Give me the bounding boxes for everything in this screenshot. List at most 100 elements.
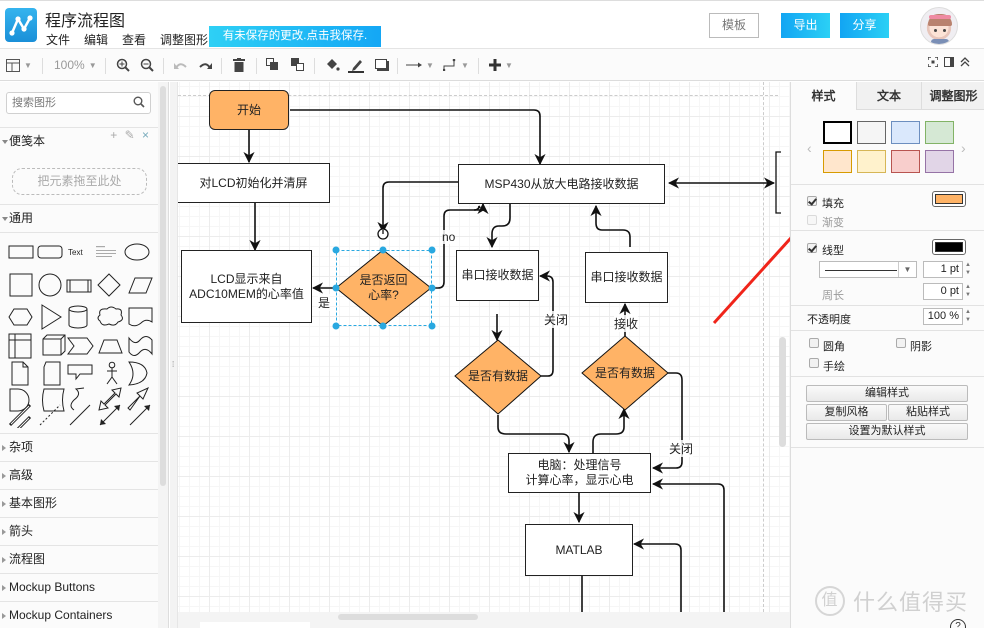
node-pc-process[interactable]: 电脑：处理信号 计算心率，显示心电 — [508, 453, 651, 493]
shape-actor[interactable] — [106, 361, 118, 385]
waypoint-style-button[interactable]: ▼ — [443, 56, 469, 74]
decision-return-heart-rate[interactable] — [335, 249, 432, 327]
opacity-input[interactable]: 100 % — [923, 308, 963, 325]
export-button[interactable]: 导出 — [781, 13, 830, 38]
edge-msp430-to-serial-left[interactable] — [486, 204, 511, 249]
opacity-stepper[interactable]: ▲ ▼ — [964, 308, 972, 325]
template-button[interactable]: 模板 — [709, 13, 759, 38]
node-msp430[interactable]: MSP430从放大电路接收数据 — [458, 164, 665, 204]
shape-ellipse[interactable] — [124, 243, 150, 261]
shape-triangle[interactable] — [41, 304, 62, 330]
add-icon[interactable]: + — [110, 128, 117, 142]
menu-view[interactable]: 查看 — [122, 31, 146, 48]
menu-edit[interactable]: 编辑 — [84, 31, 108, 48]
edge-start-to-msp430[interactable] — [290, 109, 546, 166]
fill-color-picker[interactable] — [932, 191, 966, 207]
scratchpad-dropzone[interactable]: 把元素拖至此处 — [12, 168, 147, 195]
canvas-vertical-scrollbar[interactable] — [779, 337, 786, 447]
shape-text[interactable]: Text — [68, 248, 83, 257]
undo-button[interactable] — [174, 56, 188, 74]
node-lcd-init[interactable]: 对LCD初始化并清屏 — [178, 163, 330, 203]
to-back-button[interactable] — [291, 56, 305, 74]
sidebar-section-mockup-buttons[interactable]: Mockup Buttons — [0, 573, 158, 601]
edge-label-no[interactable]: no — [442, 230, 456, 244]
share-button[interactable]: 分享 — [840, 13, 889, 38]
zoom-in-button[interactable] — [116, 56, 130, 74]
sidebar-section-misc[interactable]: 杂项 — [0, 433, 158, 461]
node-lcd-display[interactable]: LCD显示来自 ADC10MEM的心率值 — [181, 250, 312, 323]
shape-tape[interactable] — [128, 336, 153, 356]
tab-style[interactable]: 样式 — [791, 82, 856, 110]
paste-style-button[interactable]: 粘贴样式 — [888, 404, 968, 421]
edge-label-yes[interactable]: 是 — [318, 294, 331, 311]
perimeter-stepper[interactable]: ▲ ▼ — [964, 283, 972, 300]
rounded-checkbox[interactable] — [809, 338, 819, 348]
swatch-7[interactable] — [925, 150, 954, 173]
shape-search[interactable] — [6, 92, 151, 114]
fullscreen-button[interactable] — [927, 56, 939, 70]
document-title[interactable]: 程序流程图 — [45, 7, 125, 31]
swatch-2[interactable] — [891, 121, 920, 144]
shape-parallelogram[interactable] — [128, 277, 153, 294]
edge-msp430-to-return-decision[interactable] — [377, 181, 459, 234]
edge-loop-to-pc[interactable] — [651, 478, 725, 612]
general-header[interactable]: 通用 — [0, 205, 158, 232]
zoom-out-button[interactable] — [140, 56, 154, 74]
menu-arrange[interactable]: 调整图形 — [160, 31, 208, 48]
fill-color-button[interactable] — [325, 56, 340, 74]
line-color-button[interactable] — [348, 56, 364, 74]
sidebar-section-advanced[interactable]: 高级 — [0, 461, 158, 489]
user-avatar[interactable] — [920, 7, 958, 45]
tab-text[interactable]: 文本 — [856, 82, 921, 110]
shape-cloud[interactable] — [97, 306, 123, 326]
redo-button[interactable] — [198, 56, 212, 74]
edge-loop-to-matlab[interactable] — [632, 538, 682, 612]
edge-label-close-left[interactable]: 关闭 — [544, 311, 569, 328]
line-style-select[interactable]: ▼ — [819, 261, 917, 278]
gradient-checkbox[interactable] — [807, 215, 817, 225]
line-color-picker[interactable] — [932, 239, 966, 255]
diagram-canvas[interactable]: 开始 对LCD初始化并清屏 LCD显示来自 ADC10MEM的心率值 是否返回 … — [178, 82, 790, 612]
shape-dashed-line[interactable] — [39, 404, 61, 426]
help-icon[interactable]: ? — [950, 619, 966, 628]
collapse-toolbar-button[interactable] — [960, 57, 970, 70]
shape-search-input[interactable] — [7, 93, 127, 113]
search-icon[interactable] — [133, 96, 145, 108]
shape-or[interactable] — [127, 361, 148, 386]
tab-arrange[interactable]: 调整图形 — [921, 82, 984, 110]
shape-square[interactable] — [9, 273, 33, 297]
edit-style-button[interactable]: 编辑样式 — [806, 385, 968, 402]
node-serial-rx-left[interactable]: 串口接收数据 — [456, 250, 539, 301]
sidebar-section-basic-shapes[interactable]: 基本图形 — [0, 489, 158, 517]
set-default-style-button[interactable]: 设置为默认样式 — [806, 423, 968, 440]
swatch-prev-icon[interactable]: ‹ — [807, 140, 812, 156]
line-checkbox[interactable] — [807, 243, 817, 253]
shape-cylinder[interactable] — [68, 305, 88, 329]
shadow-checkbox[interactable] — [896, 338, 906, 348]
shape-trapezoid[interactable] — [98, 339, 123, 354]
sidebar-scrollbar[interactable] — [158, 82, 168, 628]
edit-icon[interactable]: ✎ — [125, 128, 135, 142]
swatch-4[interactable] — [823, 150, 852, 173]
zoom-level-select[interactable]: 100% ▼ — [54, 56, 97, 74]
rotate-handle-icon[interactable] — [377, 228, 389, 240]
sidebar-section-flowchart[interactable]: 流程图 — [0, 545, 158, 573]
swatch-1[interactable] — [857, 121, 886, 144]
to-front-button[interactable] — [266, 56, 280, 74]
node-serial-rx-right[interactable]: 串口接收数据 — [585, 252, 668, 303]
toggle-format-panel-button[interactable] — [944, 57, 954, 70]
unsaved-changes-banner[interactable]: 有未保存的更改.点击我保存. — [209, 26, 381, 47]
shape-circle[interactable] — [38, 273, 62, 297]
shape-callout[interactable] — [67, 364, 93, 381]
menu-file[interactable]: 文件 — [46, 31, 70, 48]
swatch-0[interactable] — [823, 121, 852, 144]
shadow-button[interactable] — [375, 56, 389, 74]
decision-has-data-right[interactable] — [581, 335, 669, 411]
shape-card[interactable] — [43, 361, 61, 386]
canvas-scroll-thumb[interactable] — [338, 614, 478, 620]
perimeter-input[interactable]: 0 pt — [923, 283, 963, 300]
sidebar-resize-handle[interactable]: ⁞ — [170, 82, 178, 628]
swatch-6[interactable] — [891, 150, 920, 173]
page-tab[interactable] — [200, 622, 310, 628]
edge-serial-right-to-msp430[interactable] — [590, 204, 631, 247]
